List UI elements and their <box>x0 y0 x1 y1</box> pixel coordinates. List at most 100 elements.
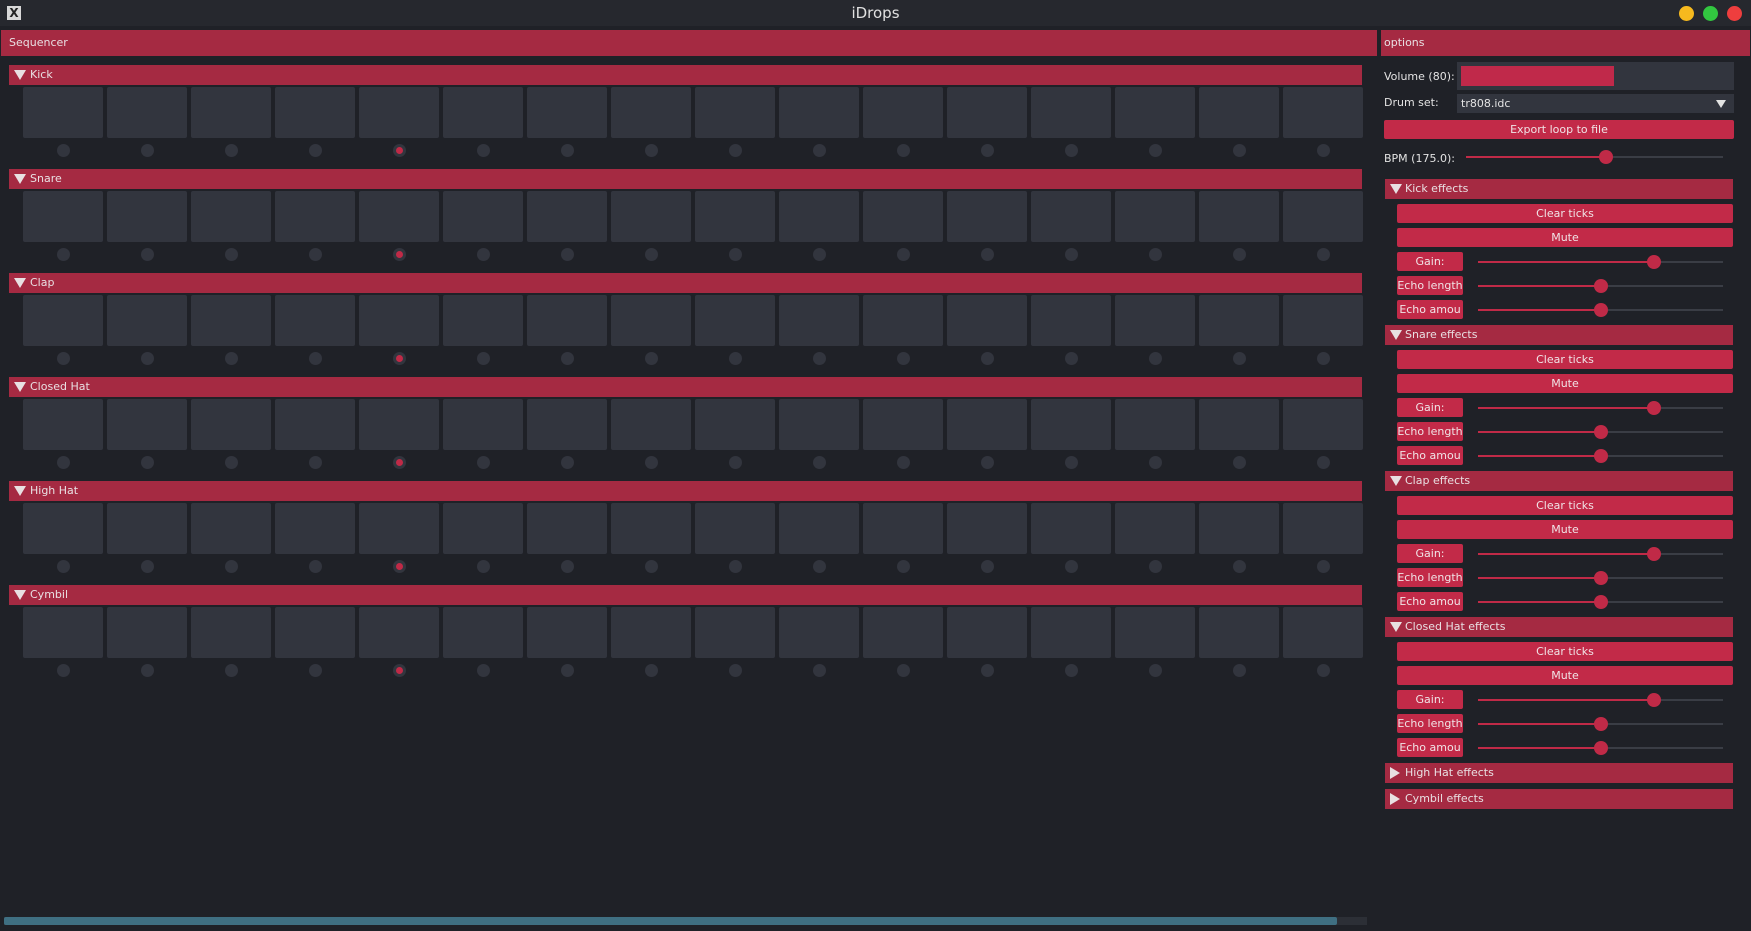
step-pad[interactable] <box>1283 191 1363 242</box>
clear-ticks-button[interactable]: Clear ticks <box>1397 642 1733 661</box>
step-pad[interactable] <box>1115 87 1195 138</box>
echo-length-slider-knob[interactable] <box>1594 571 1608 585</box>
effects-section-header[interactable]: High Hat effects <box>1385 763 1733 783</box>
step-pad[interactable] <box>695 399 775 450</box>
mute-button[interactable]: Mute <box>1397 520 1733 539</box>
step-pad[interactable] <box>779 503 859 554</box>
mute-button[interactable]: Mute <box>1397 374 1733 393</box>
step-pad[interactable] <box>107 191 187 242</box>
track-header[interactable]: Cymbil <box>9 585 1362 605</box>
step-pad[interactable] <box>107 295 187 346</box>
step-pad[interactable] <box>695 191 775 242</box>
maximize-button[interactable] <box>1703 6 1718 21</box>
step-pad[interactable] <box>947 191 1027 242</box>
collapse-triangle-icon[interactable] <box>14 70 26 80</box>
echo-amount-slider[interactable] <box>1478 741 1723 755</box>
clear-ticks-button[interactable]: Clear ticks <box>1397 204 1733 223</box>
step-pad[interactable] <box>527 607 607 658</box>
gain-slider-knob[interactable] <box>1647 255 1661 269</box>
mute-button[interactable]: Mute <box>1397 666 1733 685</box>
close-button[interactable] <box>1727 6 1742 21</box>
step-pad[interactable] <box>107 607 187 658</box>
collapse-triangle-icon[interactable] <box>14 278 26 288</box>
step-pad[interactable] <box>359 295 439 346</box>
step-pad[interactable] <box>275 399 355 450</box>
echo-length-slider[interactable] <box>1478 571 1723 585</box>
step-pad[interactable] <box>23 399 103 450</box>
step-pad[interactable] <box>359 607 439 658</box>
echo-length-slider-knob[interactable] <box>1594 279 1608 293</box>
step-pad[interactable] <box>191 607 271 658</box>
step-pad[interactable] <box>359 503 439 554</box>
effects-section-header[interactable]: Clap effects <box>1385 471 1733 491</box>
step-pad[interactable] <box>1283 607 1363 658</box>
step-pad[interactable] <box>611 191 691 242</box>
step-pad[interactable] <box>947 87 1027 138</box>
step-pad[interactable] <box>779 607 859 658</box>
step-pad[interactable] <box>695 607 775 658</box>
step-pad[interactable] <box>1199 503 1279 554</box>
effects-section-header[interactable]: Closed Hat effects <box>1385 617 1733 637</box>
echo-length-slider[interactable] <box>1478 425 1723 439</box>
step-pad[interactable] <box>1283 87 1363 138</box>
step-pad[interactable] <box>695 87 775 138</box>
step-pad[interactable] <box>1283 295 1363 346</box>
collapse-triangle-icon[interactable] <box>1390 476 1402 486</box>
step-pad[interactable] <box>863 87 943 138</box>
step-pad[interactable] <box>191 503 271 554</box>
step-pad[interactable] <box>1115 191 1195 242</box>
step-pad[interactable] <box>23 607 103 658</box>
step-pad[interactable] <box>779 87 859 138</box>
step-pad[interactable] <box>443 191 523 242</box>
step-pad[interactable] <box>359 399 439 450</box>
gain-slider-knob[interactable] <box>1647 693 1661 707</box>
track-header[interactable]: Closed Hat <box>9 377 1362 397</box>
export-loop-button[interactable]: Export loop to file <box>1384 120 1734 139</box>
echo-amount-slider[interactable] <box>1478 303 1723 317</box>
collapse-triangle-icon[interactable] <box>14 590 26 600</box>
scrollbar-thumb[interactable] <box>4 917 1337 925</box>
step-pad[interactable] <box>275 191 355 242</box>
step-pad[interactable] <box>527 399 607 450</box>
step-pad[interactable] <box>1115 607 1195 658</box>
step-pad[interactable] <box>191 399 271 450</box>
step-pad[interactable] <box>779 191 859 242</box>
step-pad[interactable] <box>1283 503 1363 554</box>
step-pad[interactable] <box>527 87 607 138</box>
step-pad[interactable] <box>443 295 523 346</box>
step-pad[interactable] <box>23 87 103 138</box>
step-pad[interactable] <box>1115 399 1195 450</box>
volume-bar[interactable] <box>1457 62 1734 90</box>
step-pad[interactable] <box>275 503 355 554</box>
step-pad[interactable] <box>275 295 355 346</box>
expand-triangle-icon[interactable] <box>1390 767 1400 779</box>
collapse-triangle-icon[interactable] <box>1390 184 1402 194</box>
step-pad[interactable] <box>443 87 523 138</box>
drumset-select[interactable]: tr808.idc <box>1457 94 1734 113</box>
step-pad[interactable] <box>947 399 1027 450</box>
step-pad[interactable] <box>1031 503 1111 554</box>
effects-section-header[interactable]: Snare effects <box>1385 325 1733 345</box>
step-pad[interactable] <box>863 399 943 450</box>
step-pad[interactable] <box>359 87 439 138</box>
step-pad[interactable] <box>23 191 103 242</box>
step-pad[interactable] <box>1115 503 1195 554</box>
collapse-triangle-icon[interactable] <box>14 174 26 184</box>
horizontal-scrollbar[interactable] <box>4 917 1367 925</box>
step-pad[interactable] <box>611 503 691 554</box>
step-pad[interactable] <box>1199 191 1279 242</box>
step-pad[interactable] <box>107 503 187 554</box>
track-header[interactable]: Kick <box>9 65 1362 85</box>
step-pad[interactable] <box>863 295 943 346</box>
minimize-button[interactable] <box>1679 6 1694 21</box>
step-pad[interactable] <box>443 503 523 554</box>
step-pad[interactable] <box>191 87 271 138</box>
echo-length-slider[interactable] <box>1478 279 1723 293</box>
effects-section-header[interactable]: Kick effects <box>1385 179 1733 199</box>
collapse-triangle-icon[interactable] <box>1390 330 1402 340</box>
clear-ticks-button[interactable]: Clear ticks <box>1397 496 1733 515</box>
bpm-slider[interactable] <box>1466 150 1723 164</box>
step-pad[interactable] <box>107 87 187 138</box>
step-pad[interactable] <box>443 399 523 450</box>
step-pad[interactable] <box>779 399 859 450</box>
